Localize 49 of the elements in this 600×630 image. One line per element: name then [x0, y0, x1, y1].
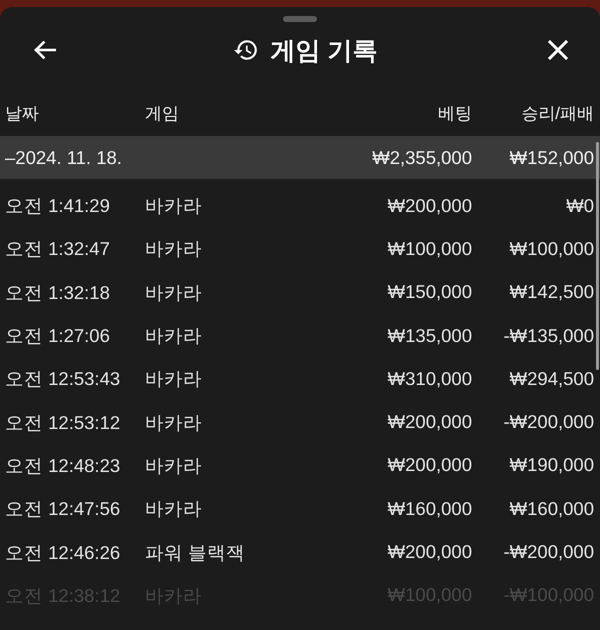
result-cell-text: ₩160,000 [508, 498, 594, 520]
game-cell-text: 바카라 [145, 497, 203, 522]
scrollbar-thumb[interactable] [596, 142, 599, 370]
result-cell-text: ₩0 [565, 194, 594, 217]
result-cell-text: -₩200,000 [502, 411, 594, 434]
game-cell-text: 바카라 [145, 324, 203, 348]
game-cell-text: 바카라 [145, 194, 203, 218]
game-cell-text: 바카라 [145, 410, 203, 435]
game-cell-text: 바카라 [145, 367, 203, 392]
window-title: 게임 기록 [270, 36, 378, 66]
result-cell-text: -₩135,000 [502, 324, 594, 347]
result-cell-text: ₩100,000 [508, 238, 594, 260]
bet-cell-text: ₩135,000 [386, 324, 472, 347]
date-group-row[interactable]: –2024. 11. 18. ₩2,355,000 ₩152,000 [0, 136, 600, 179]
bet-cell-text: ₩310,000 [386, 368, 472, 390]
total-bet-cell-text: ₩2,355,000 [371, 146, 472, 168]
time-cell-text: 오전 12:47:56 [5, 497, 122, 522]
time-cell-text: 오전 1:32:47 [5, 237, 111, 262]
drag-handle[interactable] [283, 16, 317, 22]
time-cell-text: 오전 1:32:18 [5, 280, 111, 305]
game-cell-text: 바카라 [145, 280, 203, 305]
bet-cell-text: ₩160,000 [386, 498, 472, 520]
result-cell-text: ₩142,500 [508, 281, 594, 304]
game-cell-text: 바카라 [145, 237, 203, 262]
column-header: 게임 [145, 102, 180, 124]
game-cell-text: 파워 블랙잭 [145, 540, 246, 565]
result-cell-text: -₩200,000 [502, 541, 594, 564]
result-cell-text: ₩294,500 [508, 368, 594, 390]
date-cell-text: –2024. 11. 18. [5, 146, 123, 168]
bet-cell-text: ₩200,000 [386, 541, 472, 564]
bet-cell-text: ₩200,000 [386, 411, 472, 434]
result-cell-text: ₩190,000 [508, 454, 594, 476]
game-cell-text: 바카라 [145, 454, 203, 478]
time-cell-text: 오전 12:53:43 [5, 367, 122, 392]
bet-cell-text: ₩200,000 [386, 454, 472, 476]
time-cell-text: 오전 12:53:12 [5, 410, 122, 435]
time-cell-text: 오전 1:41:29 [5, 194, 111, 218]
time-cell-text: 오전 12:48:23 [5, 454, 122, 478]
time-cell-text: 오전 1:27:06 [5, 324, 111, 348]
column-header: 승리/패배 [520, 102, 594, 124]
close-icon [548, 40, 568, 60]
column-header: 날짜 [5, 102, 40, 124]
column-header: 베팅 [437, 102, 472, 124]
bet-cell-text: ₩200,000 [386, 194, 472, 217]
time-cell-text: 오전 12:46:26 [5, 540, 122, 565]
bet-cell-text: ₩150,000 [386, 281, 472, 304]
back-arrow-icon [34, 41, 56, 59]
bet-cell-text: ₩100,000 [386, 238, 472, 260]
total-result-cell-text: ₩152,000 [508, 146, 594, 168]
